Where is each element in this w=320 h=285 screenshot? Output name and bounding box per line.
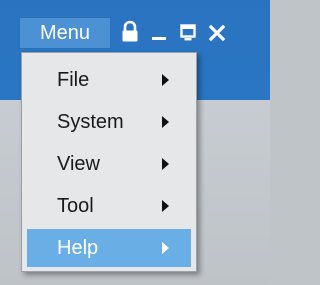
lock-icon[interactable] [119,19,141,45]
menu-item-help[interactable]: Help [27,229,191,267]
menu-item-label: Help [57,237,99,259]
menu-dropdown: File System View Tool Help [21,52,197,272]
restore-icon[interactable] [177,19,199,45]
close-icon[interactable] [206,19,228,45]
menu-item-view[interactable]: View [27,145,191,183]
submenu-arrow-icon [162,200,169,212]
submenu-arrow-icon [162,116,169,128]
menu-item-label: File [57,69,90,91]
menu-item-label: Tool [57,195,94,217]
submenu-arrow-icon [162,242,169,254]
menu-item-label: System [57,111,124,133]
minimize-icon[interactable] [148,19,170,45]
submenu-arrow-icon [162,74,169,86]
menu-item-system[interactable]: System [27,103,191,141]
menu-item-file[interactable]: File [27,61,191,99]
submenu-arrow-icon [162,158,169,170]
menu-button[interactable]: Menu [19,17,111,49]
menu-item-label: View [57,153,100,175]
menu-item-tool[interactable]: Tool [27,187,191,225]
